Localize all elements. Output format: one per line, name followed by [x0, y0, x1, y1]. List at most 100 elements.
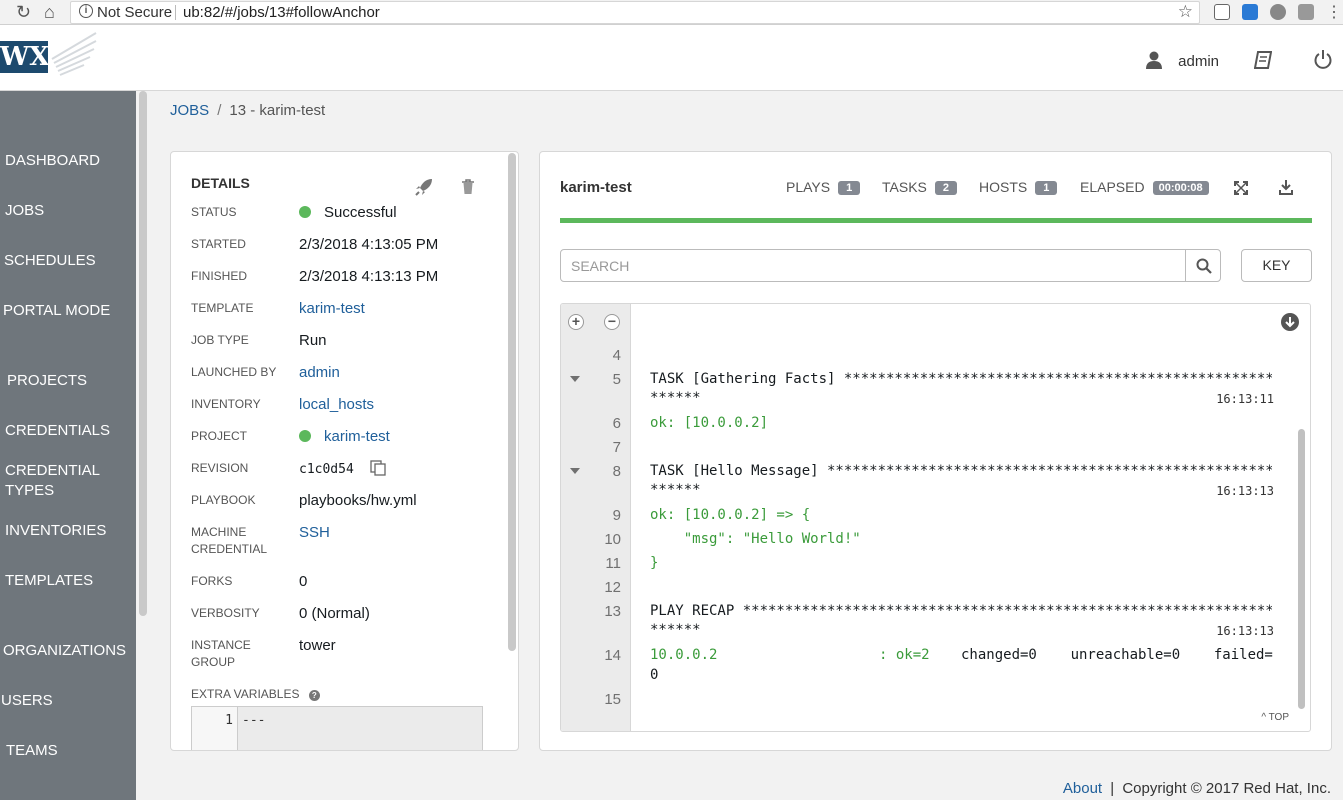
output-job-name: karim-test	[560, 179, 632, 196]
line-number: 9	[612, 507, 621, 524]
help-question-icon[interactable]: ?	[308, 690, 320, 701]
url-text[interactable]: ub:82/#/jobs/13#followAnchor	[183, 4, 380, 21]
sidebar-item-dashboard[interactable]: DASHBOARD	[0, 151, 136, 171]
started-value: 2/3/2018 4:13:05 PM	[299, 236, 439, 253]
line-number: 12	[604, 579, 621, 596]
extension-globe-icon[interactable]	[1270, 4, 1286, 20]
awx-logo[interactable]: WX	[0, 41, 49, 73]
inventory-link[interactable]: local_hosts	[299, 395, 499, 415]
revision-label: REVISION	[191, 461, 249, 475]
menu-icon[interactable]: ⋮	[1326, 2, 1342, 22]
sidebar-item-templates[interactable]: TEMPLATES	[0, 571, 136, 591]
verbosity-label: VERBOSITY	[191, 606, 260, 620]
sidebar: DASHBOARD JOBS SCHEDULES PORTAL MODE PRO…	[0, 91, 136, 800]
machine-credential-link[interactable]: SSH	[299, 523, 499, 543]
hosts-badge: 1	[1035, 181, 1058, 195]
instance-group-label: INSTANCE GROUP	[191, 637, 291, 671]
template-link[interactable]: karim-test	[299, 299, 499, 319]
relaunch-rocket-icon[interactable]	[415, 178, 433, 196]
footer: About | Copyright © 2017 Red Hat, Inc.	[1063, 780, 1331, 797]
stdout-scrollbar[interactable]	[1298, 429, 1305, 709]
launched-by-label: LAUNCHED BY	[191, 365, 277, 379]
security-label: Not Secure	[97, 4, 173, 21]
status-value: Successful	[324, 204, 397, 221]
scrollbar-thumb[interactable]	[139, 91, 147, 616]
key-button[interactable]: KEY	[1241, 249, 1312, 282]
search-button[interactable]	[1185, 249, 1221, 282]
inventory-label: INVENTORY	[191, 397, 261, 411]
sidebar-item-jobs[interactable]: JOBS	[0, 201, 136, 221]
footer-separator: |	[1110, 780, 1115, 797]
delete-trash-icon[interactable]	[461, 179, 475, 195]
details-title: DETAILS	[191, 175, 250, 191]
breadcrumb-separator: /	[217, 102, 222, 119]
editor-code[interactable]: ---	[242, 713, 265, 728]
project-link[interactable]: karim-test	[324, 428, 390, 445]
breadcrumb-jobs-link[interactable]: JOBS	[170, 102, 209, 119]
line-number: 6	[612, 415, 621, 432]
home-icon[interactable]: ⌂	[44, 2, 55, 23]
extension-icon[interactable]	[1242, 4, 1258, 20]
bookmark-star-icon[interactable]: ☆	[1178, 2, 1193, 22]
line-text-ok: : ok=2	[879, 647, 930, 663]
launched-by-link[interactable]: admin	[299, 363, 499, 383]
sidebar-item-portal-mode[interactable]: PORTAL MODE	[0, 301, 136, 321]
template-label: TEMPLATE	[191, 301, 254, 315]
logout-power-icon[interactable]	[1313, 49, 1333, 69]
line-number: 5	[612, 371, 621, 388]
collapse-all-icon[interactable]: −	[604, 314, 620, 330]
hosts-label: HOSTS	[979, 179, 1028, 195]
plays-count: PLAYS 1	[786, 179, 861, 195]
line-text: ok: [10.0.0.2]	[650, 415, 769, 431]
details-panel: DETAILS STATUS Successful STARTED 2/3/20…	[170, 151, 519, 751]
line-number: 8	[612, 463, 621, 480]
reload-icon[interactable]: ↻	[16, 2, 31, 23]
copyright-text: Copyright © 2017 Red Hat, Inc.	[1122, 780, 1331, 797]
breadcrumb: JOBS / 13 - karim-test	[170, 102, 325, 119]
editor-line-number: 1	[192, 707, 238, 750]
details-scrollbar[interactable]	[508, 153, 516, 651]
line-number: 10	[604, 531, 621, 548]
sidebar-item-schedules[interactable]: SCHEDULES	[0, 251, 136, 271]
verbosity-value: 0 (Normal)	[299, 605, 370, 622]
documentation-book-icon[interactable]	[1254, 51, 1272, 69]
sidebar-item-teams[interactable]: TEAMS	[0, 741, 136, 761]
address-bar[interactable]: i Not Secure ub:82/#/jobs/13#followAncho…	[70, 1, 1200, 24]
forks-label: FORKS	[191, 574, 233, 588]
line-number: 13	[604, 603, 621, 620]
line-text: PLAY RECAP *****************************…	[650, 603, 1272, 619]
follow-scroll-down-icon[interactable]	[1281, 313, 1299, 331]
divider	[175, 5, 176, 20]
sidebar-item-projects[interactable]: PROJECTS	[0, 371, 136, 391]
info-icon[interactable]: i	[79, 4, 93, 18]
sidebar-item-organizations[interactable]: ORGANIZATIONS	[0, 641, 136, 661]
sidebar-item-credential-types[interactable]: CREDENTIAL TYPES	[0, 461, 100, 501]
tasks-label: TASKS	[882, 179, 927, 195]
scroll-to-top-link[interactable]: ^ TOP	[1261, 712, 1289, 723]
line-text-wrap: ******	[650, 482, 701, 498]
expand-fullscreen-icon[interactable]	[1234, 181, 1248, 195]
line-text-counts: changed=0 unreachable=0 failed=	[961, 647, 1273, 663]
expand-all-icon[interactable]: +	[568, 314, 584, 330]
extension-puzzle-icon[interactable]	[1298, 4, 1314, 20]
started-label: STARTED	[191, 237, 246, 251]
cast-icon[interactable]	[1214, 4, 1230, 20]
sidebar-item-credentials[interactable]: CREDENTIALS	[0, 421, 136, 441]
extra-variables-editor[interactable]: 1 ---	[191, 706, 483, 750]
hosts-count: HOSTS 1	[979, 179, 1058, 195]
about-link[interactable]: About	[1063, 780, 1102, 797]
download-icon[interactable]	[1279, 179, 1293, 195]
search-input[interactable]	[560, 249, 1186, 282]
line-text-wrap: ******	[650, 622, 701, 638]
sidebar-item-users[interactable]: USERS	[0, 691, 136, 711]
line-text-wrap: ******	[650, 390, 701, 406]
project-value-wrap: karim-test	[299, 427, 499, 447]
project-label: PROJECT	[191, 429, 248, 443]
instance-group-value: tower	[299, 637, 336, 654]
user-menu[interactable]: admin	[1146, 51, 1219, 70]
job-progress-bar	[560, 218, 1312, 223]
sidebar-scrollbar[interactable]	[137, 91, 149, 800]
logo-wing-icon	[51, 32, 97, 76]
copy-icon[interactable]	[370, 460, 386, 476]
sidebar-item-inventories[interactable]: INVENTORIES	[0, 521, 136, 541]
